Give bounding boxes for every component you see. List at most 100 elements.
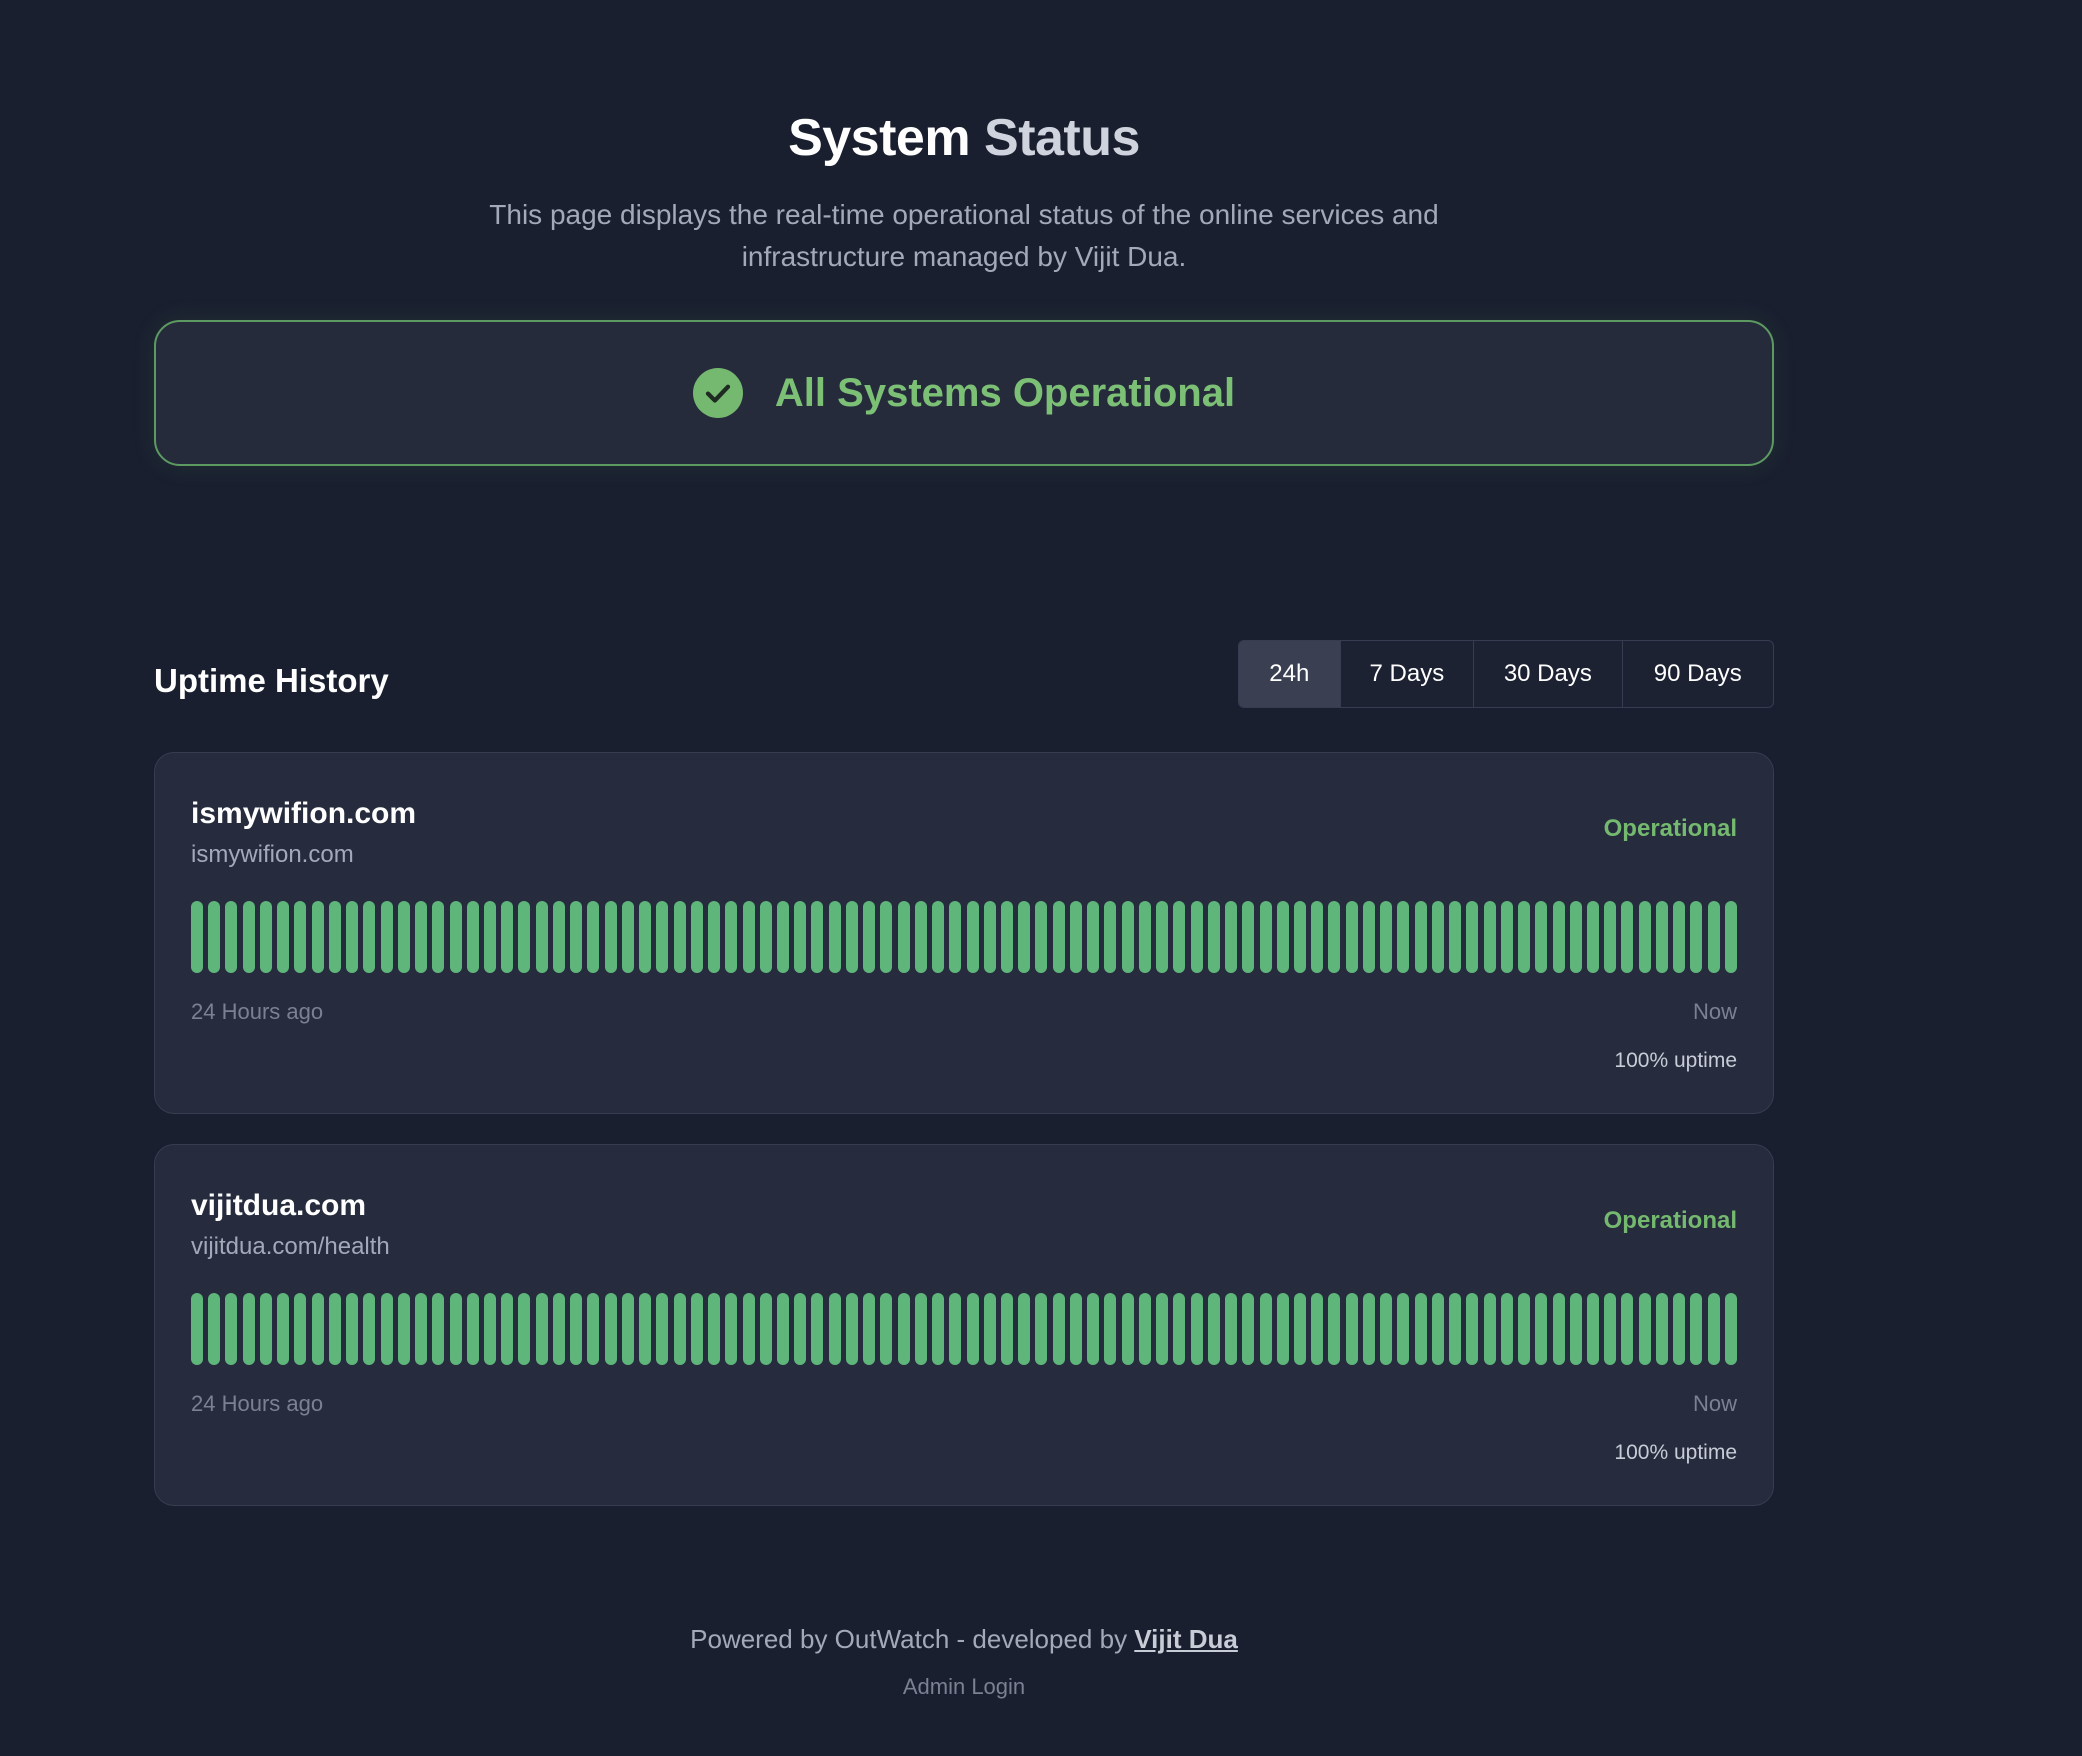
uptime-bar[interactable] (621, 901, 634, 973)
uptime-bar[interactable] (1156, 1293, 1169, 1365)
uptime-bar[interactable] (1535, 901, 1548, 973)
uptime-bar[interactable] (242, 901, 255, 973)
uptime-bar[interactable] (604, 1293, 617, 1365)
uptime-bar[interactable] (811, 1293, 824, 1365)
uptime-bar[interactable] (242, 1293, 255, 1365)
uptime-bar[interactable] (725, 1293, 738, 1365)
uptime-bar[interactable] (1207, 901, 1220, 973)
uptime-bar[interactable] (1052, 1293, 1065, 1365)
uptime-bar[interactable] (277, 1293, 290, 1365)
uptime-bar[interactable] (449, 901, 462, 973)
uptime-bar[interactable] (1104, 1293, 1117, 1365)
uptime-bar[interactable] (1362, 1293, 1375, 1365)
uptime-bar[interactable] (690, 1293, 703, 1365)
uptime-bar[interactable] (311, 1293, 324, 1365)
uptime-bar[interactable] (1190, 1293, 1203, 1365)
uptime-bar[interactable] (1552, 901, 1565, 973)
uptime-bar[interactable] (1707, 901, 1720, 973)
uptime-bar[interactable] (983, 1293, 996, 1365)
uptime-bar[interactable] (432, 1293, 445, 1365)
uptime-bar[interactable] (897, 1293, 910, 1365)
uptime-bar[interactable] (1242, 901, 1255, 973)
uptime-bar[interactable] (1621, 1293, 1634, 1365)
uptime-bar[interactable] (1311, 901, 1324, 973)
uptime-bar[interactable] (914, 901, 927, 973)
uptime-bar[interactable] (621, 1293, 634, 1365)
uptime-bar[interactable] (501, 1293, 514, 1365)
uptime-bar[interactable] (1552, 1293, 1565, 1365)
uptime-bar[interactable] (932, 901, 945, 973)
uptime-bar[interactable] (1586, 901, 1599, 973)
uptime-bar[interactable] (483, 1293, 496, 1365)
uptime-bar[interactable] (1449, 1293, 1462, 1365)
uptime-bar[interactable] (1259, 901, 1272, 973)
uptime-bar[interactable] (845, 901, 858, 973)
uptime-bar[interactable] (277, 901, 290, 973)
uptime-bar[interactable] (1087, 901, 1100, 973)
uptime-bar[interactable] (1690, 901, 1703, 973)
uptime-bar[interactable] (759, 901, 772, 973)
uptime-bar[interactable] (311, 901, 324, 973)
uptime-bar[interactable] (1294, 901, 1306, 973)
uptime-bar[interactable] (1397, 1293, 1410, 1365)
uptime-bar[interactable] (363, 901, 376, 973)
uptime-bar[interactable] (1294, 1293, 1306, 1365)
uptime-bar[interactable] (1535, 1293, 1548, 1365)
uptime-bar[interactable] (1638, 901, 1651, 973)
uptime-bar[interactable] (1586, 1293, 1599, 1365)
uptime-bar[interactable] (1397, 901, 1410, 973)
uptime-bar[interactable] (759, 1293, 772, 1365)
uptime-bar[interactable] (1035, 901, 1048, 973)
uptime-bar[interactable] (1673, 1293, 1686, 1365)
uptime-bar[interactable] (587, 1293, 600, 1365)
uptime-bar[interactable] (1311, 1293, 1324, 1365)
uptime-bar[interactable] (294, 1293, 307, 1365)
uptime-bar[interactable] (949, 1293, 962, 1365)
uptime-bar[interactable] (949, 901, 962, 973)
uptime-bar[interactable] (811, 901, 824, 973)
uptime-bar[interactable] (1328, 1293, 1341, 1365)
uptime-bar[interactable] (1690, 1293, 1703, 1365)
uptime-bar[interactable] (363, 1293, 376, 1365)
uptime-bar[interactable] (191, 901, 203, 973)
uptime-bar[interactable] (863, 901, 876, 973)
uptime-bar[interactable] (1259, 1293, 1272, 1365)
uptime-bar[interactable] (828, 1293, 841, 1365)
uptime-bar[interactable] (1276, 1293, 1289, 1365)
uptime-bar[interactable] (604, 901, 617, 973)
uptime-bar[interactable] (570, 1293, 583, 1365)
uptime-bar[interactable] (432, 901, 445, 973)
uptime-bar[interactable] (294, 901, 307, 973)
tab-30-days[interactable]: 30 Days (1474, 641, 1623, 707)
uptime-bar[interactable] (1673, 901, 1686, 973)
uptime-bar[interactable] (1655, 1293, 1668, 1365)
uptime-bar[interactable] (225, 1293, 238, 1365)
uptime-bar[interactable] (1431, 901, 1444, 973)
uptime-bar[interactable] (1018, 901, 1031, 973)
uptime-bar[interactable] (1604, 1293, 1617, 1365)
uptime-bar[interactable] (1225, 901, 1238, 973)
uptime-bar[interactable] (708, 1293, 721, 1365)
uptime-bar[interactable] (1225, 1293, 1238, 1365)
uptime-bar[interactable] (380, 901, 393, 973)
uptime-bar[interactable] (208, 901, 221, 973)
uptime-bar[interactable] (552, 901, 565, 973)
admin-login-link[interactable]: Admin Login (154, 1674, 1774, 1700)
uptime-bar[interactable] (794, 901, 807, 973)
uptime-bar[interactable] (587, 901, 600, 973)
uptime-bar[interactable] (1638, 1293, 1651, 1365)
uptime-bar[interactable] (208, 1293, 221, 1365)
uptime-bar[interactable] (1121, 1293, 1134, 1365)
uptime-bar[interactable] (1207, 1293, 1220, 1365)
uptime-bar[interactable] (1035, 1293, 1048, 1365)
uptime-bar[interactable] (1156, 901, 1169, 973)
uptime-bar[interactable] (1431, 1293, 1444, 1365)
uptime-bar[interactable] (1724, 901, 1737, 973)
uptime-bar[interactable] (415, 901, 428, 973)
uptime-bar[interactable] (570, 901, 583, 973)
uptime-bar[interactable] (1242, 1293, 1255, 1365)
uptime-bar[interactable] (328, 1293, 341, 1365)
uptime-bar[interactable] (656, 901, 669, 973)
uptime-bar[interactable] (346, 1293, 359, 1365)
uptime-bar[interactable] (1138, 1293, 1151, 1365)
